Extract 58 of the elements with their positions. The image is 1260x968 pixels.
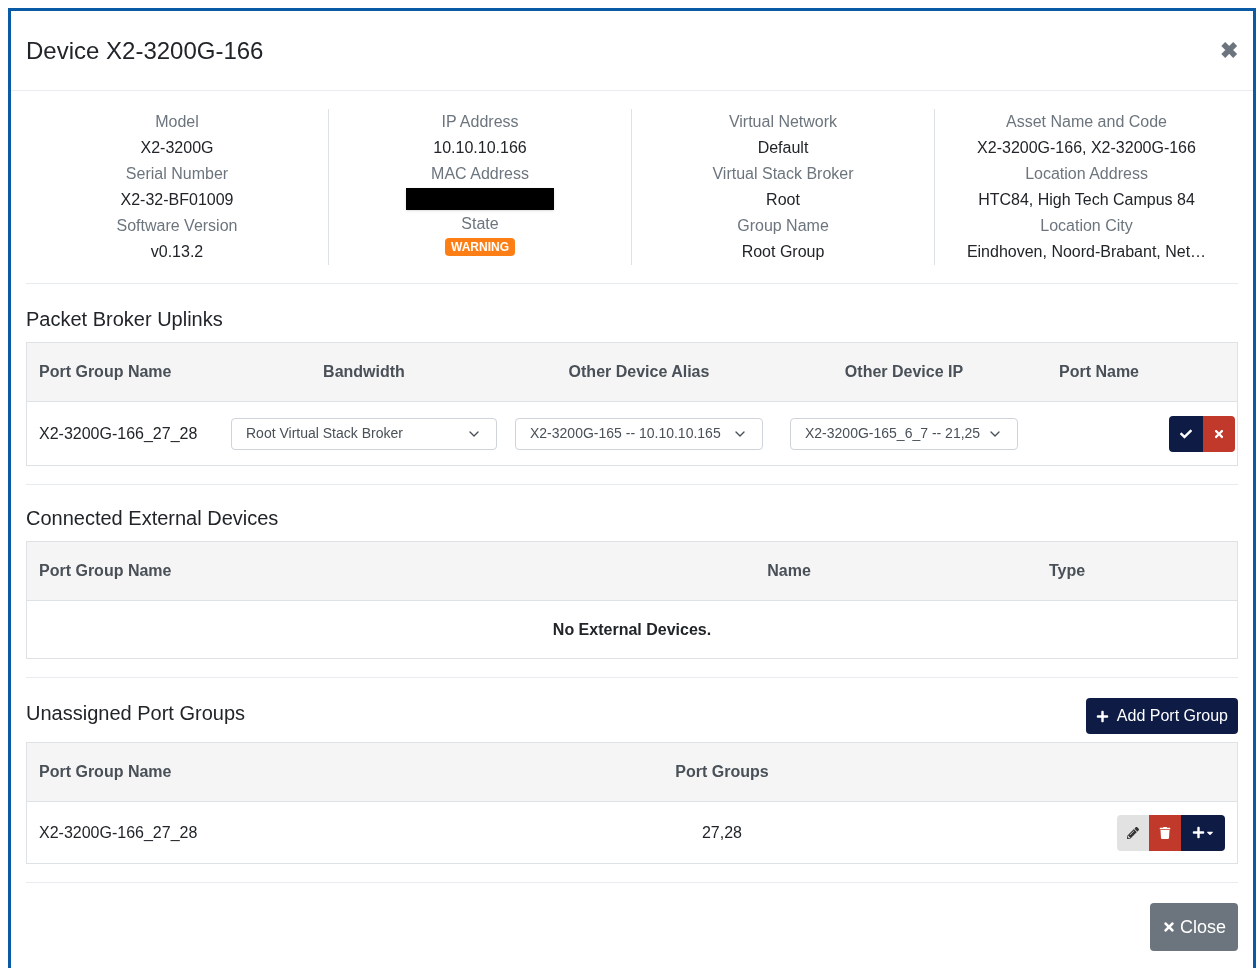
field-value: v0.13.2 [150,242,204,262]
column-header: Bandwidth [322,362,406,382]
add-menu-button[interactable] [1181,814,1225,851]
close-button[interactable]: Close [1149,903,1238,951]
field-value: X2-32-BF01009 [120,190,234,210]
field-label: IP Address [441,112,519,132]
cancel-button[interactable] [1203,415,1235,452]
column-header: Port Name [1058,362,1140,382]
field-label: Asset Name and Code [1006,112,1167,132]
column-header: Port Group Name [39,362,173,382]
delete-button[interactable] [1149,814,1181,851]
field-value: 10.10.10.166 [433,138,527,158]
dialog-title: Device X2-3200G-166 [26,35,264,66]
add-port-group-button[interactable]: Add Port Group [1085,698,1238,734]
plus-icon [1095,709,1109,723]
field-value: X2-3200G [140,138,214,158]
trash-icon [1159,826,1171,839]
bandwidth-select[interactable]: Root Virtual Stack Broker [231,417,497,450]
empty-message: No External Devices. [552,619,712,640]
column-header: Port Group Name [39,762,173,782]
field-label: Virtual Stack Broker [712,164,854,184]
field-label: Serial Number [125,164,229,184]
table-cell-text: X2-3200G-166_27_28 [39,423,199,444]
field-label: Virtual Network [728,112,838,132]
alias-select[interactable]: X2-3200G-165 -- 10.10.10.165 [515,417,763,450]
field-label: MAC Address [431,164,529,184]
column-header: Other Device IP [843,362,965,382]
field-label: Software Version [116,216,238,236]
field-value: Default [757,138,809,158]
column-header: Port Groups [674,762,770,782]
table-cell-text: X2-3200G-166_27_28 [39,822,199,843]
field-value: X2-3200G-166, X2-3200G-166 [977,138,1196,158]
field-value: Eindhoven, Noord-Brabant, Net… [966,242,1207,262]
field-value: HTC84, High Tech Campus 84 [978,190,1195,210]
table-cell-text: 27,28 [700,822,743,843]
section-title: Unassigned Port Groups [26,701,245,726]
edit-button[interactable] [1117,814,1149,851]
state-badge: WARNING [445,238,515,256]
field-label: Location City [1040,216,1133,236]
ip-select[interactable]: X2-3200G-165_6_7 -- 21,25 [790,417,1018,450]
pencil-icon [1127,826,1139,839]
field-label: State [461,214,499,234]
plus-icon [1191,826,1205,839]
close-icon [1161,920,1176,934]
field-value: Root [766,190,800,210]
column-header: Name [766,561,812,581]
confirm-button[interactable] [1169,415,1203,452]
field-label: Location Address [1025,164,1148,184]
column-header: Port Group Name [39,561,173,581]
field-label: Group Name [737,216,829,236]
field-label: Model [155,112,199,132]
section-title: Connected External Devices [26,506,280,531]
column-header: Other Device Alias [567,362,711,382]
field-value: Root Group [741,242,825,262]
section-title: Packet Broker Uplinks [26,307,224,332]
check-icon [1180,427,1192,440]
close-icon [1213,427,1225,440]
column-header: Type [1047,561,1087,581]
